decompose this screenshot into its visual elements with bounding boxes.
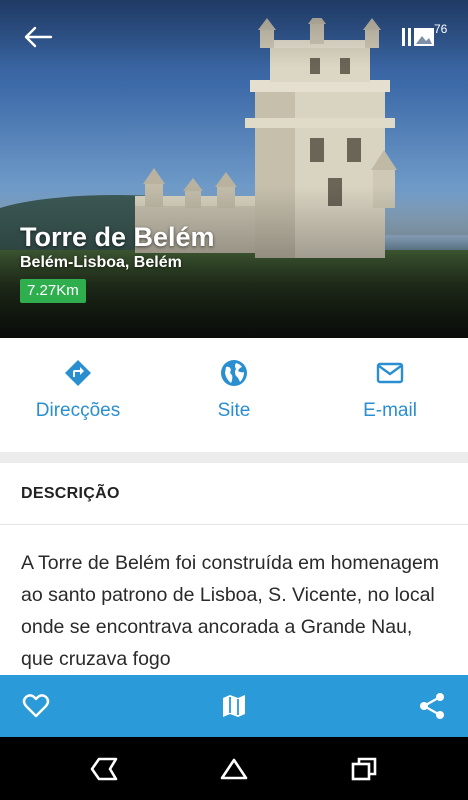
share-icon <box>420 693 444 719</box>
directions-button[interactable]: Direcções <box>0 338 156 452</box>
site-label: Site <box>217 400 251 421</box>
nav-back-button[interactable] <box>69 737 139 800</box>
heart-icon <box>22 694 50 718</box>
hero-image: 76 Torre de Belém Belém-Lisboa, Belém 7.… <box>0 0 468 338</box>
arrow-left-icon <box>24 26 53 48</box>
map-icon <box>223 695 245 717</box>
back-icon <box>90 757 118 780</box>
map-button[interactable] <box>204 675 264 737</box>
mail-icon <box>376 362 404 384</box>
description-heading: DESCRIÇÃO <box>0 463 468 525</box>
directions-label: Direcções <box>35 400 121 421</box>
action-row: Direcções Site E-mail <box>0 338 468 452</box>
description-text: A Torre de Belém foi construída em homen… <box>21 552 440 670</box>
nav-home-button[interactable] <box>199 737 269 800</box>
back-button[interactable] <box>18 20 58 54</box>
bottom-action-bar <box>0 675 468 737</box>
home-icon <box>220 758 248 779</box>
favorite-button[interactable] <box>6 675 66 737</box>
photo-count: 76 <box>434 22 448 36</box>
distance-badge: 7.27Km <box>20 279 86 303</box>
globe-icon <box>221 360 247 386</box>
place-title: Torre de Belém <box>20 222 215 252</box>
recents-icon <box>351 757 377 780</box>
directions-icon <box>65 360 91 386</box>
description-card: DESCRIÇÃO A Torre de Belém foi construíd… <box>0 463 468 683</box>
site-button[interactable]: Site <box>156 338 312 452</box>
nav-recents-button[interactable] <box>329 737 399 800</box>
place-location: Belém-Lisboa, Belém <box>20 254 182 271</box>
system-navbar <box>0 737 468 800</box>
email-button[interactable]: E-mail <box>312 338 468 452</box>
gallery-icon <box>402 28 434 46</box>
email-label: E-mail <box>363 400 417 421</box>
share-button[interactable] <box>402 675 462 737</box>
